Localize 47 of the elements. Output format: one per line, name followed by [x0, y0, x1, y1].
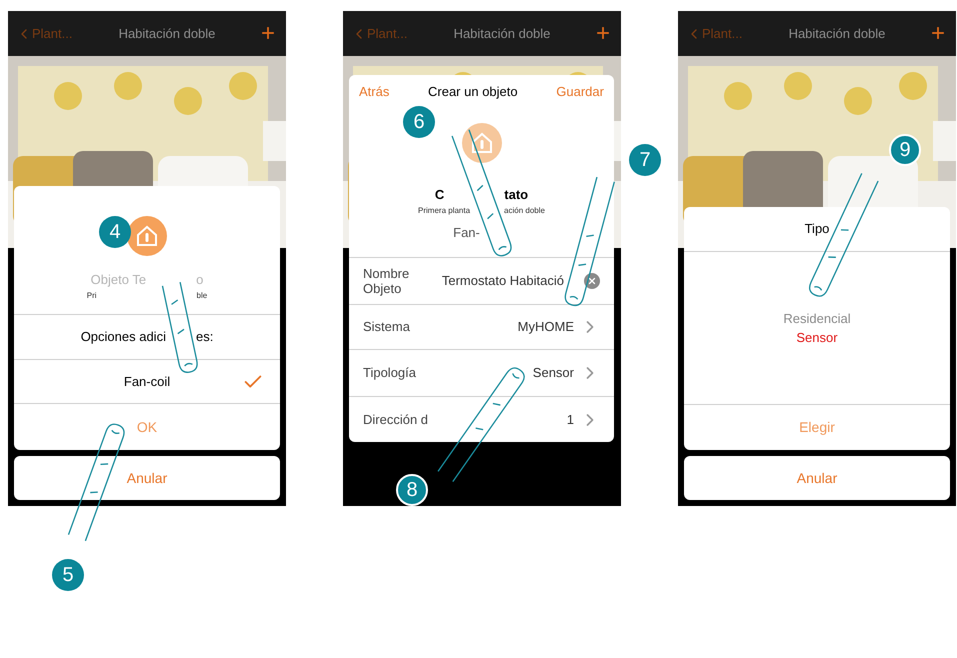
cancel-button[interactable]: Anular	[684, 456, 950, 500]
options-heading: Opciones adici	[80, 328, 166, 346]
field-value: Sensor	[532, 364, 574, 382]
picker-item[interactable]: Residencial	[783, 308, 851, 328]
form-row[interactable]: Tipología Sensor	[349, 350, 614, 397]
ok-button[interactable]: OK	[14, 404, 280, 450]
form-row[interactable]: Nombre Objeto Termostato Habitació	[349, 258, 614, 305]
field-label: Nombre Objeto	[363, 266, 410, 296]
back-link[interactable]: Atrás	[359, 82, 390, 102]
object-title: C	[434, 186, 444, 204]
object-location: ación doble	[504, 204, 545, 216]
field-label: Dirección d	[363, 410, 428, 429]
save-link[interactable]: Guardar	[556, 82, 604, 102]
option-label: Fan-coil	[124, 372, 170, 391]
step-badge: 5	[52, 559, 84, 591]
dialog-title: Crear un objeto	[428, 83, 518, 102]
form-row[interactable]: Dirección d 1	[349, 397, 614, 442]
object-location: ble	[196, 290, 208, 302]
cancel-button[interactable]: Anular	[14, 456, 280, 500]
field-value: Termostato Habitació	[442, 272, 564, 290]
field-value: 1	[566, 410, 574, 429]
clear-icon[interactable]	[584, 273, 600, 289]
form-row[interactable]: Sistema MyHOME	[349, 305, 614, 350]
option-row[interactable]: Fan-coil	[14, 360, 280, 404]
object-location: Primera planta	[418, 204, 470, 216]
options-heading: es:	[196, 328, 214, 346]
object-title: tato	[504, 186, 528, 204]
field-value: MyHOME	[518, 318, 574, 336]
object-title: Objeto Te	[90, 271, 146, 289]
choose-button[interactable]: Elegir	[684, 405, 950, 450]
back-button[interactable]: Plant...	[686, 24, 756, 44]
object-location: Pri	[86, 290, 97, 302]
field-label: Tipología	[363, 364, 416, 382]
screen-title: Habitación doble	[118, 24, 216, 43]
back-button[interactable]: Plant...	[351, 24, 421, 44]
field-label: Sistema	[363, 318, 410, 336]
picker-title: Tipo	[804, 220, 830, 238]
add-button[interactable]: +	[593, 22, 613, 46]
screen-title: Habitación doble	[452, 24, 552, 43]
screen-title: Habitación doble	[788, 24, 886, 43]
picker-item[interactable]: Sensor	[796, 328, 838, 348]
add-button[interactable]: +	[928, 22, 948, 46]
add-button[interactable]: +	[258, 22, 278, 46]
step-badge: 7	[629, 144, 661, 176]
object-title: o	[196, 271, 204, 289]
object-option: Fan-	[453, 222, 480, 242]
back-button[interactable]: Plant...	[16, 24, 86, 44]
